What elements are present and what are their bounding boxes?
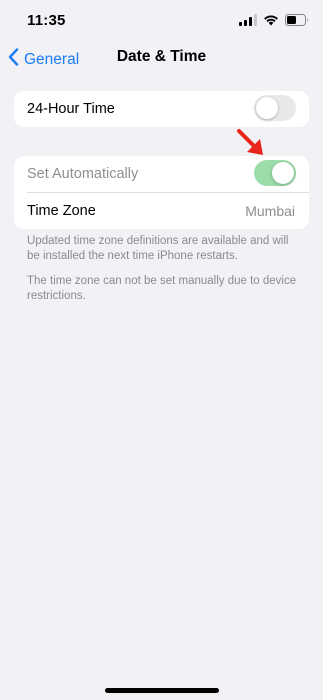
footer-note-update: Updated time zone definitions are availa… [27, 235, 289, 262]
toggle-knob [256, 97, 278, 119]
toggle-knob [272, 162, 294, 184]
row-label-set-automatically: Set Automatically [27, 166, 139, 182]
navigation-bar: General Date & Time [0, 40, 323, 76]
status-bar: 11:35 [0, 0, 323, 40]
row-label-time-zone: Time Zone [27, 203, 96, 219]
battery-icon [285, 14, 309, 26]
wifi-icon [263, 14, 279, 26]
red-arrow-icon [236, 128, 266, 163]
row-label-24-hour: 24-Hour Time [27, 101, 115, 117]
time-zone-value: Mumbai [245, 203, 295, 219]
footer-note-restrictions: The time zone can not be set manually du… [27, 275, 297, 302]
page-title: Date & Time [116, 48, 207, 65]
home-indicator[interactable] [105, 688, 219, 693]
row-time-zone[interactable]: Time Zone Mumbai [14, 193, 309, 229]
signal-icon [239, 14, 257, 26]
toggle-24-hour-time[interactable] [254, 95, 296, 121]
status-icons [239, 13, 309, 27]
toggle-set-automatically[interactable] [254, 160, 296, 186]
status-time: 11:35 [27, 12, 66, 29]
hour-format-group: 24-Hour Time [14, 91, 309, 127]
row-24-hour-time: 24-Hour Time [14, 91, 309, 127]
time-settings-group: Set Automatically Time Zone Mumbai [14, 156, 309, 229]
